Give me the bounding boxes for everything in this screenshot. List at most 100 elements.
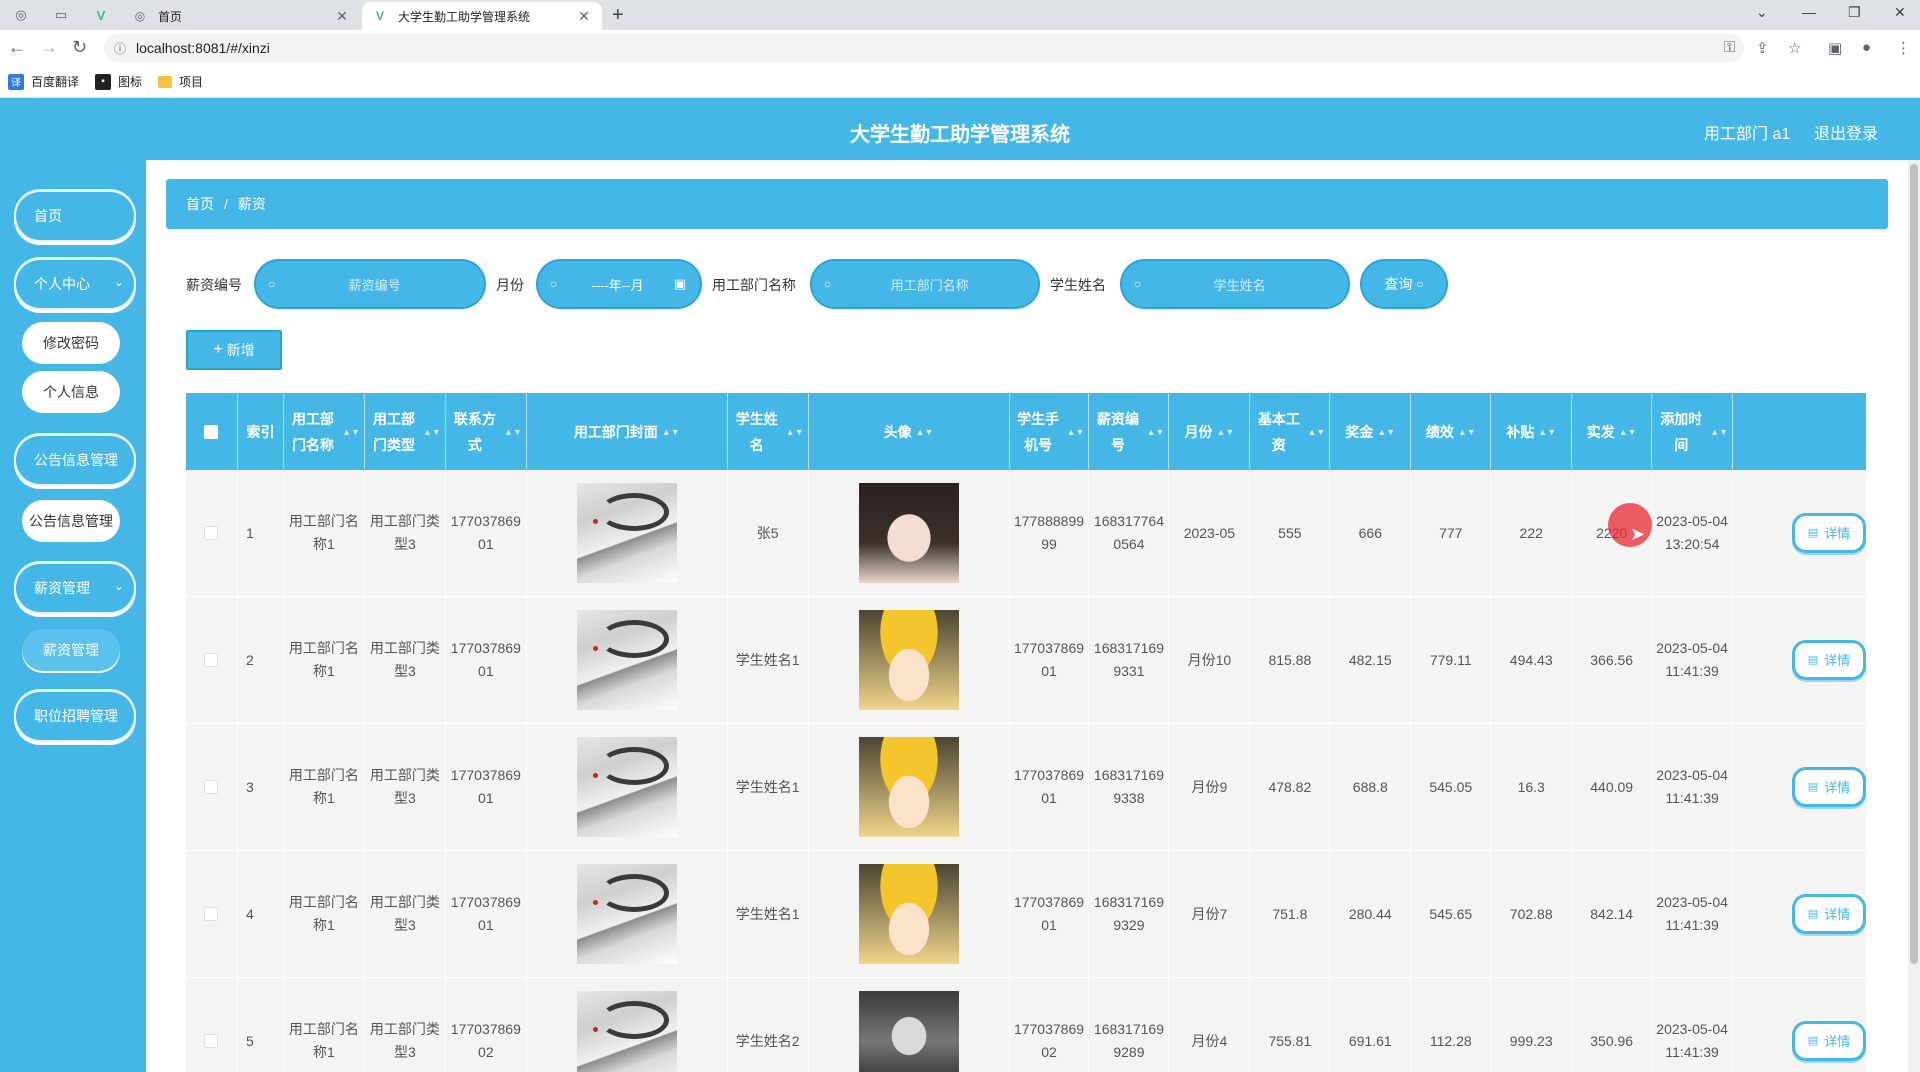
column-header-performance[interactable]: 绩效 ▲▼ (1411, 393, 1492, 470)
column-header-added-time[interactable]: 添加时间 ▲▼ (1652, 393, 1734, 470)
menu-icon[interactable]: ⋮ (1896, 39, 1911, 57)
sidebar-item-salary-management[interactable]: 薪资管理 ⌄ (14, 562, 136, 614)
cell-contact: 17703786902 (446, 978, 527, 1072)
forward-icon[interactable]: → (40, 37, 58, 58)
sort-icon[interactable]: ▲▼ (342, 419, 360, 445)
avatar-image[interactable] (858, 864, 959, 964)
sort-icon[interactable]: ▲▼ (1307, 419, 1325, 445)
avatar-image[interactable] (858, 610, 959, 710)
sort-icon[interactable]: ▲▼ (1710, 419, 1728, 445)
minimize-icon[interactable]: — (1802, 4, 1816, 20)
vue-icon[interactable]: V (86, 4, 116, 26)
row-checkbox[interactable] (204, 526, 219, 540)
sidebar-item-job-recruitment[interactable]: 职位招聘管理 (14, 690, 136, 742)
column-header-subsidy[interactable]: 补贴 ▲▼ (1491, 393, 1573, 470)
sidebar-item-notice-management[interactable]: 公告信息管理 (14, 434, 136, 486)
cell-text: 3 (245, 778, 254, 795)
column-header-salary-no[interactable]: 薪资编号 ▲▼ (1089, 393, 1170, 470)
row-checkbox[interactable] (204, 1034, 219, 1048)
avatar-image[interactable] (858, 483, 959, 583)
page-scrollbar[interactable] (1908, 160, 1920, 1072)
sidepanel-icon[interactable]: ▣ (1828, 39, 1842, 57)
detail-button[interactable]: ▤ 详情 (1792, 894, 1867, 934)
sidebar-subitem-change-password[interactable]: 修改密码 (22, 322, 120, 364)
student-name-input[interactable]: ○ 学生姓名 (1120, 259, 1350, 309)
breadcrumb-home[interactable]: 首页 (186, 194, 214, 214)
sort-icon[interactable]: ▲▼ (1377, 419, 1395, 445)
dept-cover-image[interactable] (576, 864, 677, 964)
globe-icon[interactable]: ◎ (6, 4, 36, 26)
column-header-dept-name[interactable]: 用工部门名称 ▲▼ (284, 393, 365, 470)
sort-icon[interactable]: ▲▼ (786, 419, 804, 445)
detail-button[interactable]: ▤ 详情 (1792, 1021, 1867, 1061)
dept-cover-image[interactable] (576, 737, 677, 837)
tab-search-icon[interactable]: ⌄ (1756, 4, 1768, 21)
row-checkbox[interactable] (204, 653, 219, 667)
add-button[interactable]: + 新增 (186, 330, 282, 370)
sort-icon[interactable]: ▲▼ (1538, 419, 1556, 445)
dept-cover-image[interactable] (576, 610, 677, 710)
sidebar-item-personal-center[interactable]: 个人中心 ⌄ (14, 258, 136, 310)
column-header-base-salary[interactable]: 基本工资 ▲▼ (1250, 393, 1331, 470)
sidebar-item-home[interactable]: 首页 (14, 190, 136, 242)
bookmark-fanyi[interactable]: 译 百度翻译 (8, 73, 79, 90)
document-icon: ▤ (1807, 780, 1819, 793)
new-tab-icon[interactable]: + (612, 4, 624, 27)
column-header-dept-cover[interactable]: 用工部门封面 ▲▼ (527, 393, 728, 470)
column-header-avatar[interactable]: 头像 ▲▼ (809, 393, 1010, 470)
tab-home[interactable]: ◎ 首页 ✕ (122, 2, 360, 30)
logout-link[interactable]: 退出登录 (1814, 120, 1878, 144)
bookmark-tubiao[interactable]: ▪ 图标 (95, 73, 142, 90)
sort-icon[interactable]: ▲▼ (1458, 419, 1476, 445)
row-checkbox[interactable] (204, 907, 219, 921)
close-window-icon[interactable]: ✕ (1894, 4, 1906, 21)
column-header-contact[interactable]: 联系方式 ▲▼ (446, 393, 527, 470)
column-header-dept-type[interactable]: 用工部门类型 ▲▼ (365, 393, 446, 470)
sort-icon[interactable]: ▲▼ (1067, 419, 1085, 445)
detail-button[interactable]: ▤ 详情 (1792, 513, 1867, 553)
info-icon[interactable]: ⓘ (114, 40, 126, 57)
avatar-image[interactable] (858, 737, 959, 837)
back-icon[interactable]: ← (8, 37, 26, 58)
sort-icon[interactable]: ▲▼ (1619, 419, 1637, 445)
avatar-image[interactable] (858, 991, 959, 1072)
dept-cover-image[interactable] (576, 991, 677, 1072)
tab-system[interactable]: V 大学生勤工助学管理系统 ✕ (362, 2, 602, 30)
query-button[interactable]: 查询 ○ (1360, 259, 1448, 309)
column-header-student-name[interactable]: 学生姓名 ▲▼ (728, 393, 809, 470)
sort-icon[interactable]: ▲▼ (662, 419, 680, 445)
column-header-month[interactable]: 月份 ▲▼ (1169, 393, 1251, 470)
close-icon[interactable]: ✕ (576, 8, 592, 25)
blank-tab-icon[interactable]: ▭ (46, 4, 76, 26)
calendar-icon[interactable]: ▣ (674, 276, 686, 292)
sort-icon[interactable]: ▲▼ (916, 419, 934, 445)
sort-icon[interactable]: ▲▼ (1147, 419, 1165, 445)
profile-icon[interactable]: ● (1862, 39, 1871, 56)
detail-button[interactable]: ▤ 详情 (1792, 640, 1867, 680)
url-field[interactable]: ⓘ localhost:8081/#/xinzi (104, 34, 1744, 62)
dept-name-input[interactable]: ○ 用工部门名称 (810, 259, 1040, 309)
sidebar-subitem-notice-management[interactable]: 公告信息管理 (22, 500, 120, 542)
star-icon[interactable]: ☆ (1788, 39, 1801, 57)
close-icon[interactable]: ✕ (334, 8, 350, 25)
bookmark-xiangmu[interactable]: 项目 (158, 73, 203, 90)
scrollbar-thumb[interactable] (1910, 164, 1918, 964)
reload-icon[interactable]: ↻ (72, 37, 87, 58)
column-header-student-phone[interactable]: 学生手机号 ▲▼ (1010, 393, 1090, 470)
share-icon[interactable]: ⇪ (1756, 39, 1769, 57)
sidebar-subitem-salary-management[interactable]: 薪资管理 (22, 629, 120, 671)
select-all-checkbox[interactable] (204, 424, 219, 439)
column-header-bonus[interactable]: 奖金 ▲▼ (1330, 393, 1412, 470)
sidebar-subitem-personal-info[interactable]: 个人信息 (22, 371, 120, 413)
month-input[interactable]: ○ ----年--月 ▣ (536, 259, 702, 309)
salary-no-input[interactable]: ○ 薪资编号 (254, 259, 486, 309)
sort-icon[interactable]: ▲▼ (1216, 419, 1234, 445)
sort-icon[interactable]: ▲▼ (504, 419, 522, 445)
column-header-actual[interactable]: 实发 ▲▼ (1572, 393, 1653, 470)
dept-cover-image[interactable] (576, 483, 677, 583)
detail-button[interactable]: ▤ 详情 (1792, 767, 1867, 807)
restore-icon[interactable]: ❐ (1848, 4, 1861, 21)
sort-icon[interactable]: ▲▼ (423, 419, 441, 445)
row-checkbox[interactable] (204, 780, 219, 794)
key-icon[interactable]: ⚿ (1724, 39, 1735, 56)
